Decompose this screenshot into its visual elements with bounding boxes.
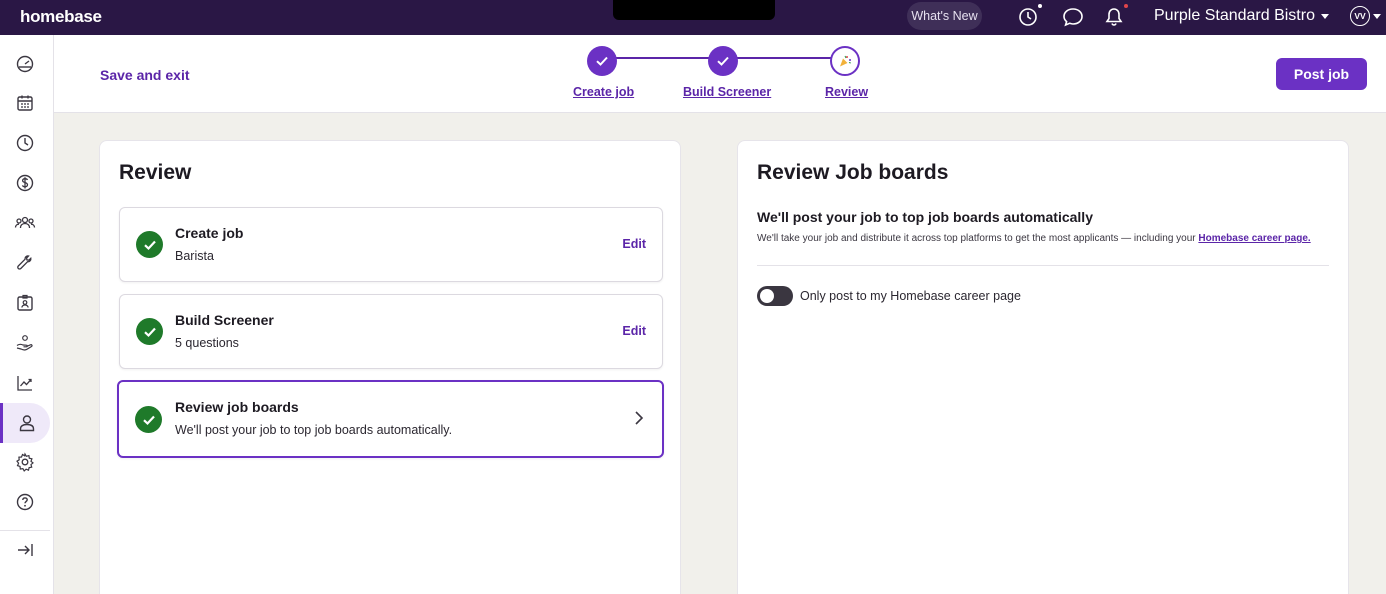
party-popper-icon [840, 55, 851, 67]
divider [757, 265, 1329, 266]
task-create-job[interactable]: Create job Barista Edit [119, 207, 663, 282]
business-switcher[interactable]: Purple Standard Bistro [1154, 7, 1329, 25]
top-bar: homebase What's New Purple Standard Bist… [0, 0, 1386, 35]
homebase-logo[interactable]: homebase [20, 7, 102, 27]
camera-notch [613, 0, 775, 20]
sidebar [0, 35, 54, 594]
step-label-create-job[interactable]: Create job [573, 85, 634, 99]
step-label-review[interactable]: Review [825, 85, 868, 99]
check-circle-icon [136, 231, 163, 258]
step-1-complete[interactable] [587, 46, 617, 76]
description-text: We'll take your job and distribute it ac… [757, 233, 1196, 244]
sidebar-item-benefits[interactable] [0, 323, 50, 363]
task-subtitle: 5 questions [175, 336, 239, 350]
save-and-exit-link[interactable]: Save and exit [100, 67, 190, 83]
sidebar-item-dashboard[interactable] [0, 43, 50, 83]
sidebar-item-hiring-badge[interactable] [0, 283, 50, 323]
step-connector-2 [723, 57, 831, 59]
chevron-right-icon[interactable] [634, 410, 644, 431]
notifications-bell-icon[interactable] [1102, 4, 1128, 29]
team-icon [14, 216, 36, 229]
task-subtitle: Barista [175, 249, 214, 263]
toggle-label: Only post to my Homebase career page [800, 289, 1021, 303]
id-badge-icon [17, 294, 33, 311]
expand-arrow-icon [18, 544, 33, 556]
wrench-icon [17, 255, 32, 270]
task-title: Build Screener [175, 312, 274, 328]
task-subtitle: We'll post your job to top job boards au… [175, 423, 453, 437]
review-panel: Review Create job Barista Edit Build Scr… [99, 140, 681, 594]
messages-icon[interactable] [1061, 5, 1085, 29]
step-2-complete[interactable] [708, 46, 738, 76]
clock-icon [16, 134, 34, 152]
toggle-knob [760, 289, 774, 303]
chart-trend-icon [17, 376, 32, 391]
step-3-current[interactable] [830, 46, 860, 76]
calendar-icon [17, 95, 33, 111]
dashboard-gauge-icon [16, 55, 34, 73]
sidebar-item-timesheets[interactable] [0, 123, 50, 163]
sidebar-item-help[interactable] [0, 482, 50, 522]
sidebar-item-reports[interactable] [0, 363, 50, 403]
sidebar-item-schedule[interactable] [0, 83, 50, 123]
check-circle-icon [135, 406, 162, 433]
post-job-button[interactable]: Post job [1276, 58, 1367, 90]
job-boards-panel: Review Job boards We'll post your job to… [737, 140, 1349, 594]
hand-coin-icon [16, 335, 33, 351]
job-wizard-header: Save and exit Create job Build Screener … [54, 35, 1386, 113]
sidebar-item-hiring[interactable] [0, 403, 50, 443]
dollar-icon [16, 174, 34, 192]
person-icon [19, 415, 34, 432]
task-title: Review job boards [175, 399, 299, 415]
step-label-build-screener[interactable]: Build Screener [683, 85, 771, 99]
edit-create-job-link[interactable]: Edit [622, 237, 646, 251]
sidebar-item-payroll[interactable] [0, 163, 50, 203]
task-build-screener[interactable]: Build Screener 5 questions Edit [119, 294, 663, 369]
career-page-only-toggle[interactable] [757, 286, 793, 306]
homebase-career-page-link[interactable]: Homebase career page. [1198, 233, 1310, 244]
task-review-job-boards[interactable]: Review job boards We'll post your job to… [117, 380, 664, 458]
task-title: Create job [175, 225, 244, 241]
check-circle-icon [136, 318, 163, 345]
sidebar-item-team[interactable] [0, 203, 50, 243]
job-boards-title: Review Job boards [757, 161, 949, 184]
edit-build-screener-link[interactable]: Edit [622, 324, 646, 338]
step-connector-1 [602, 57, 710, 59]
help-question-icon [16, 493, 34, 511]
checkmark-icon [596, 56, 608, 66]
chevron-down-icon [1320, 13, 1329, 19]
job-boards-subtitle: We'll post your job to top job boards au… [757, 209, 1093, 225]
gear-icon [16, 452, 34, 472]
sidebar-item-settings[interactable] [0, 442, 50, 482]
review-title: Review [119, 161, 192, 184]
sidebar-collapse-toggle[interactable] [0, 530, 50, 570]
avatar-chevron-down-icon[interactable] [1373, 14, 1381, 19]
job-boards-description: We'll take your job and distribute it ac… [757, 233, 1311, 244]
checkmark-icon [717, 56, 729, 66]
user-avatar[interactable]: VV [1350, 6, 1370, 26]
timeclock-icon[interactable] [1016, 4, 1042, 29]
whats-new-button[interactable]: What's New [907, 2, 982, 30]
business-name: Purple Standard Bistro [1154, 7, 1315, 24]
sidebar-item-tools[interactable] [0, 243, 50, 283]
